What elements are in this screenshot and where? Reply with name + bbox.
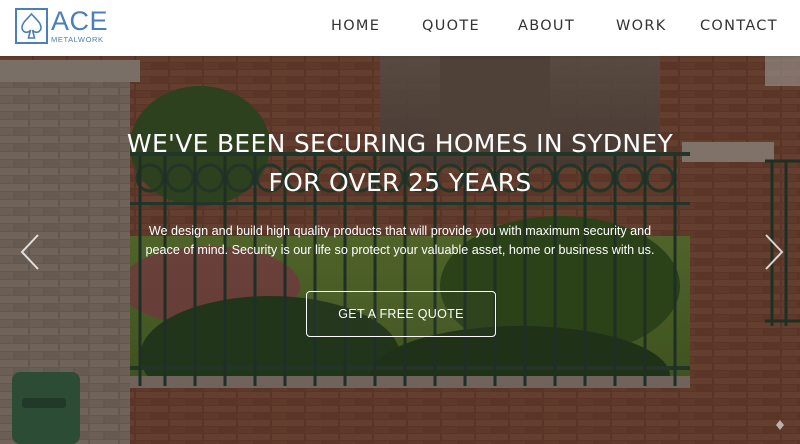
hero-title-line1: WE'VE BEEN SECURING HOMES IN SYDNEY — [126, 129, 674, 158]
nav-contact[interactable]: CONTACT — [700, 18, 778, 34]
nav-work[interactable]: WORK — [616, 18, 667, 34]
hero-slider: WE'VE BEEN SECURING HOMES IN SYDNEY FOR … — [0, 56, 800, 444]
spade-logo-icon — [15, 8, 48, 44]
nav-about[interactable]: ABOUT — [518, 18, 575, 34]
site-header: ACE METALWORK HOME QUOTE ABOUT WORK CONT… — [0, 0, 800, 56]
nav-quote[interactable]: QUOTE — [422, 18, 480, 34]
get-free-quote-button[interactable]: GET A FREE QUOTE — [306, 291, 496, 337]
logo[interactable]: ACE METALWORK — [15, 8, 108, 44]
nav-home[interactable]: HOME — [331, 18, 380, 34]
chevron-right-icon[interactable] — [762, 232, 786, 272]
scroll-indicator-icon[interactable] — [776, 420, 784, 430]
brand-subtitle: METALWORK — [51, 35, 104, 45]
brand-name: ACE — [51, 6, 109, 37]
chevron-left-icon[interactable] — [18, 232, 42, 272]
hero-title-line2: FOR OVER 25 YEARS — [268, 168, 532, 197]
hero-description: We design and build high quality product… — [145, 224, 655, 257]
